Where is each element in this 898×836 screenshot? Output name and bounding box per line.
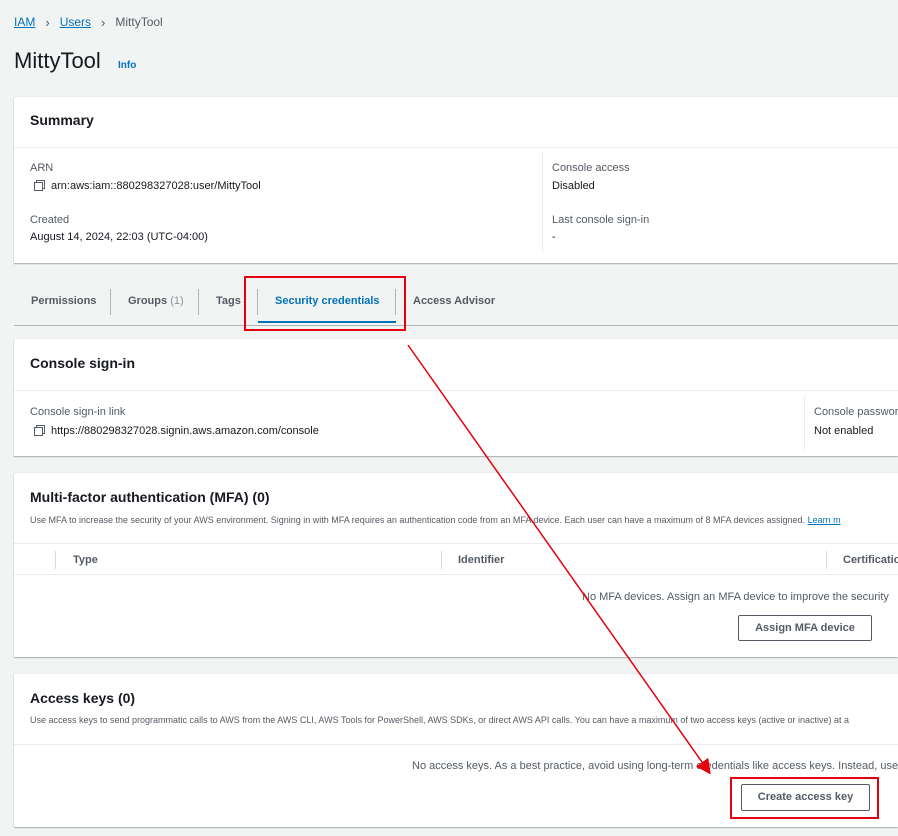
signin-link-row: https://880298327028.signin.aws.amazon.c… — [34, 425, 319, 437]
column-divider — [542, 152, 543, 252]
summary-panel: Summary ARN arn:aws:iam::880298327028:us… — [14, 97, 898, 263]
last-signin-value: - — [552, 231, 556, 243]
arn-value-row: arn:aws:iam::880298327028:user/MittyTool — [34, 180, 261, 192]
chevron-right-icon: › — [101, 14, 106, 30]
divider — [14, 574, 898, 575]
console-password-label: Console passwor — [814, 406, 898, 418]
column-header-certification[interactable]: Certificatio — [843, 554, 898, 566]
console-access-value: Disabled — [552, 180, 595, 192]
breadcrumb: IAM › Users › MittyTool — [14, 14, 163, 30]
column-divider — [826, 551, 827, 569]
mfa-description: Use MFA to increase the security of your… — [30, 515, 841, 525]
last-signin-label: Last console sign-in — [552, 214, 650, 226]
copy-icon[interactable] — [34, 425, 45, 436]
console-access-label: Console access — [552, 162, 630, 174]
chevron-right-icon: › — [45, 14, 50, 30]
arn-value: arn:aws:iam::880298327028:user/MittyTool — [51, 180, 261, 192]
highlight-create-access-key-button — [730, 777, 879, 819]
tab-permissions[interactable]: Permissions — [31, 295, 96, 307]
access-keys-heading: Access keys (0) — [30, 690, 136, 706]
mfa-panel: Multi-factor authentication (MFA) (0) Us… — [14, 473, 898, 657]
column-divider — [441, 551, 442, 569]
console-password-value: Not enabled — [814, 425, 874, 437]
breadcrumb-current: MittyTool — [115, 15, 163, 29]
signin-link-value: https://880298327028.signin.aws.amazon.c… — [51, 425, 319, 437]
created-label: Created — [30, 214, 70, 226]
tab-bar: Permissions Groups (1) Tags Security cre… — [14, 287, 898, 326]
breadcrumb-users-link[interactable]: Users — [60, 15, 91, 29]
tab-divider — [110, 289, 111, 315]
breadcrumb-iam-link[interactable]: IAM — [14, 15, 35, 29]
column-divider — [804, 396, 805, 451]
tab-divider — [198, 289, 199, 315]
access-keys-description: Use access keys to send programmatic cal… — [30, 715, 849, 725]
mfa-empty-message: No MFA devices. Assign an MFA device to … — [582, 591, 889, 603]
learn-more-link[interactable]: Learn m — [808, 515, 841, 525]
tab-groups[interactable]: Groups (1) — [128, 295, 184, 307]
tab-access-advisor[interactable]: Access Advisor — [413, 295, 495, 307]
created-value: August 14, 2024, 22:03 (UTC-04:00) — [30, 231, 208, 243]
highlight-security-credentials-tab — [244, 276, 406, 331]
divider — [14, 147, 898, 148]
console-signin-heading: Console sign-in — [30, 355, 135, 371]
arn-label: ARN — [30, 162, 54, 174]
copy-icon[interactable] — [34, 180, 45, 191]
access-keys-empty-message: No access keys. As a best practice, avoi… — [412, 760, 898, 772]
column-header-identifier[interactable]: Identifier — [458, 554, 504, 566]
column-divider — [55, 551, 56, 569]
page-title: MittyTool — [14, 48, 101, 73]
console-signin-panel: Console sign-in Console sign-in link htt… — [14, 339, 898, 456]
info-link[interactable]: Info — [118, 60, 136, 71]
column-header-type[interactable]: Type — [73, 554, 98, 566]
signin-link-label: Console sign-in link — [30, 406, 126, 418]
tab-tags[interactable]: Tags — [216, 295, 241, 307]
divider — [14, 744, 898, 745]
mfa-heading: Multi-factor authentication (MFA) (0) — [30, 489, 270, 505]
divider — [14, 543, 898, 544]
divider — [14, 390, 898, 391]
assign-mfa-button[interactable]: Assign MFA device — [738, 615, 872, 641]
summary-heading: Summary — [30, 112, 94, 128]
